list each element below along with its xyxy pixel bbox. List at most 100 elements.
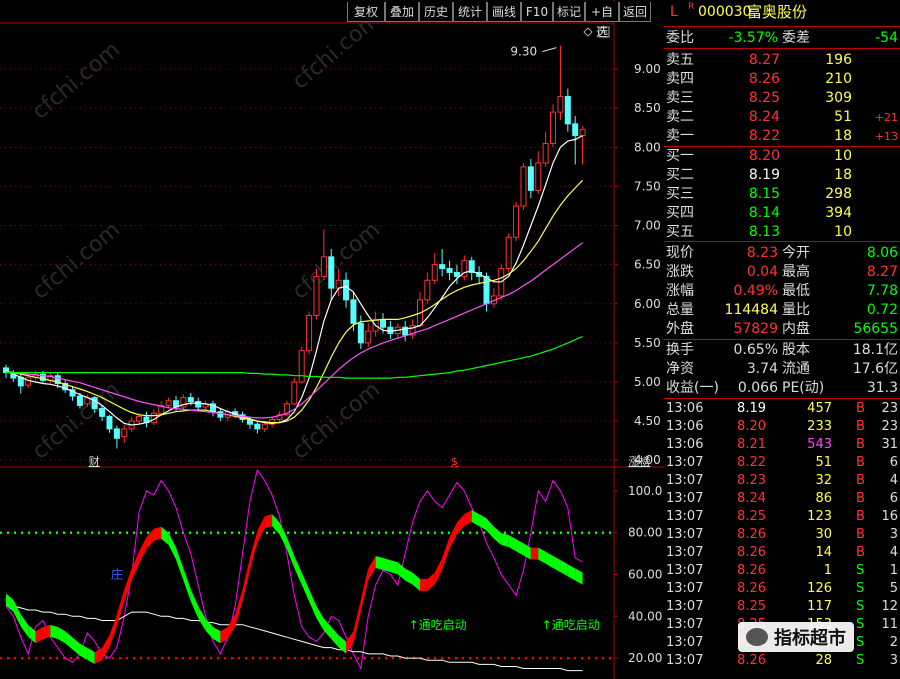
- toolbar-button-8[interactable]: 返回: [619, 2, 651, 22]
- bid-label: 买三: [666, 186, 694, 202]
- candle: [365, 330, 372, 344]
- candle: [550, 111, 557, 144]
- trade-row: 13:07 8.26 28 S 3: [664, 652, 900, 670]
- y-tick-label: 5.50: [634, 336, 661, 350]
- candle: [313, 275, 320, 316]
- toolbar-button-2[interactable]: 历史: [419, 2, 453, 22]
- indicator-magenta-line: [5, 468, 583, 671]
- stat-row: 总量 114484 量比 0.72: [664, 301, 900, 320]
- trade-count: 1: [889, 563, 898, 578]
- fundamental-value: 3.74: [746, 361, 778, 377]
- fundamental-label: 股本: [782, 342, 810, 358]
- diff-label: 委差: [782, 30, 810, 46]
- ribbon-segment: [523, 543, 531, 560]
- ask-row: 卖一 8.22 18 +13: [664, 127, 900, 146]
- ribbon-segment: [331, 627, 339, 648]
- trade-time: 13:07: [666, 509, 704, 524]
- diamond-icon: [583, 27, 593, 37]
- candle: [350, 299, 357, 324]
- bid-price: 8.14: [748, 205, 780, 221]
- ribbon-segment: [390, 560, 398, 575]
- ribbon-segment: [434, 558, 443, 585]
- separator: [664, 26, 900, 27]
- separator: [664, 398, 900, 399]
- high-pointer: [542, 47, 557, 53]
- stat-value: 0.49%: [733, 283, 778, 299]
- bid-row: 买五 8.13 10: [664, 223, 900, 242]
- toolbar-button-0[interactable]: 复权: [347, 2, 385, 22]
- trade-price: 8.19: [737, 401, 766, 416]
- ask-price: 8.24: [748, 109, 780, 125]
- ribbon-segment: [353, 599, 361, 644]
- stat-value: 56655: [853, 321, 898, 337]
- trade-time: 13:07: [666, 563, 704, 578]
- ask-price: 8.27: [748, 52, 780, 68]
- ribbon-segment: [560, 560, 568, 577]
- candle: [483, 275, 490, 305]
- toolbar-button-3[interactable]: 统计: [453, 2, 487, 22]
- bid-row: 买四 8.14 394: [664, 204, 900, 223]
- stat-value: 0.04: [746, 264, 778, 280]
- toolbar-button-7[interactable]: +自选: [585, 2, 619, 39]
- event-marker: 财: [89, 454, 100, 468]
- kline-chart-area[interactable]: cfchi.com cfchi.comcfchi.com cfchi.comcfch…: [0, 0, 664, 679]
- trade-price: 8.25: [737, 509, 766, 524]
- ribbon-segment: [508, 535, 517, 552]
- y-tick-label: 6.00: [634, 297, 661, 311]
- ribbon-segment: [72, 637, 80, 656]
- ask-change: +13: [874, 130, 898, 143]
- toolbar-button-4[interactable]: 画线: [487, 2, 521, 22]
- fundamental-label: 净资: [666, 361, 694, 377]
- candle: [439, 264, 446, 270]
- trade-volume: 30: [815, 527, 832, 542]
- stock-name: 富奥股份: [747, 3, 808, 21]
- candle: [298, 350, 305, 383]
- trade-row: 13:07 8.26 1 S 1: [664, 562, 900, 580]
- ribbon-segment: [286, 537, 295, 568]
- trade-volume: 233: [807, 419, 832, 434]
- stat-label: 今开: [782, 245, 810, 261]
- candle: [187, 397, 194, 403]
- trade-price: 8.26: [737, 545, 766, 560]
- bid-label: 买二: [666, 167, 694, 183]
- indicator-tick-label: 80.00: [628, 526, 662, 540]
- toolbar-button-5[interactable]: F10: [521, 2, 553, 22]
- trade-volume: 543: [807, 437, 832, 452]
- ribbon-segment: [249, 530, 258, 571]
- stat-row: 涨幅 0.49% 最低 7.78: [664, 282, 900, 301]
- trade-row: 13:07 8.22 51 B 6: [664, 454, 900, 472]
- ask-label: 卖一: [666, 128, 694, 144]
- flag-icon: R: [688, 2, 695, 12]
- market-letter: L: [670, 4, 678, 20]
- indicator-tick-label: 40.00: [628, 609, 662, 623]
- trade-volume: 14: [815, 545, 832, 560]
- toolbar-button-6[interactable]: 标记: [553, 2, 585, 22]
- ribbon-segment: [242, 558, 250, 602]
- bid-row: 买一 8.20 10: [664, 147, 900, 166]
- separator: [664, 241, 900, 242]
- ribbon-segment: [35, 627, 43, 644]
- ribbon-segment: [516, 539, 524, 556]
- ask-volume: 210: [825, 71, 852, 87]
- ribbon-segment: [575, 568, 583, 585]
- candle: [424, 279, 431, 301]
- ask-label: 卖三: [666, 90, 694, 106]
- trade-volume: 32: [815, 473, 832, 488]
- ribbon-segment: [397, 562, 406, 581]
- ask-label: 卖五: [666, 52, 694, 68]
- trade-time: 13:07: [666, 455, 704, 470]
- trade-time: 13:07: [666, 599, 704, 614]
- ribbon-segment: [368, 555, 376, 581]
- fundamental-label: 收益(一): [666, 380, 719, 396]
- bid-price: 8.19: [748, 167, 780, 183]
- indicator-label: ↑通吃启动: [542, 618, 600, 632]
- toolbar-button-1[interactable]: 叠加: [385, 2, 419, 22]
- ribbon-segment: [183, 568, 191, 602]
- candle: [579, 128, 586, 137]
- stock-code: 000030: [698, 4, 752, 20]
- ribbon-segment: [264, 514, 273, 529]
- candle: [195, 401, 202, 408]
- candle: [557, 95, 564, 113]
- ask-row: 卖四 8.26 210: [664, 70, 900, 89]
- fundamental-value: 0.65%: [733, 342, 778, 358]
